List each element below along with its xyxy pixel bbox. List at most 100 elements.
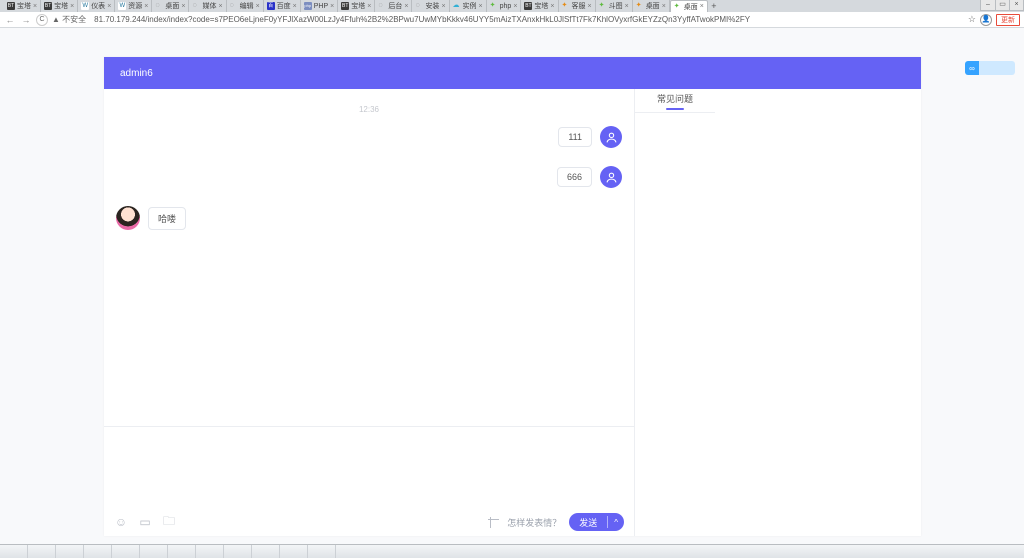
screenshot-icon[interactable] [488,517,499,528]
tab-close-icon[interactable]: × [218,3,222,10]
tab-favicon: BT [524,2,532,10]
input-toolbar: ☺ ▭ 🗀 怎样发表情？ 发送 ^ [104,508,634,536]
tab-label: 资源 [128,1,142,11]
message-row-incoming: 哈喽 [114,206,624,230]
browser-tab[interactable]: BT宝塔× [41,0,78,12]
browser-tab[interactable]: ✦桌面× [670,0,708,12]
tab-label: 仪表 [91,1,105,11]
tab-close-icon[interactable]: × [144,3,148,10]
tab-close-icon[interactable]: × [441,3,445,10]
browser-tab[interactable]: ☁实例× [450,0,487,12]
tab-favicon: ☁ [453,2,461,10]
window-min-button[interactable]: – [981,0,995,10]
browser-tab[interactable]: W资源× [115,0,152,12]
tab-close-icon[interactable]: × [330,3,334,10]
tab-close-icon[interactable]: × [33,3,37,10]
tab-label: 宝塔 [534,1,548,11]
browser-tab[interactable]: 百百度× [264,0,301,12]
tab-close-icon[interactable]: × [293,3,297,10]
tab-favicon: W [118,2,126,10]
nav-reload-button[interactable]: C [36,14,48,26]
tab-label: 实例 [463,1,477,11]
tab-close-icon[interactable]: × [625,3,629,10]
avatar-user-icon [600,166,622,188]
emoji-icon[interactable]: ☺ [114,515,128,529]
insecure-label: ▲ 不安全 [52,14,86,25]
tab-label: 桌面 [165,1,179,11]
tab-label: 百度 [277,1,291,11]
browser-tab[interactable]: ◌安装× [412,0,449,12]
tab-close-icon[interactable]: × [588,3,592,10]
message-input[interactable] [104,427,634,508]
browser-tab[interactable]: BT宝塔× [4,0,41,12]
browser-tab[interactable]: ✦php× [487,0,522,12]
url-input[interactable]: 81.70.179.244/index/index?code=s7PEO6eLj… [90,14,964,25]
tab-close-icon[interactable]: × [513,3,517,10]
new-tab-button[interactable]: + [708,0,720,12]
update-button[interactable]: 更新 [996,14,1020,26]
message-area[interactable]: 12:36 111666哈喽 [104,89,634,426]
chat-title: admin6 [120,68,153,79]
tab-close-icon[interactable]: × [550,3,554,10]
tab-favicon: ◌ [192,2,200,10]
browser-tab[interactable]: ✦斗图× [596,0,633,12]
tab-close-icon[interactable]: × [181,3,185,10]
tab-label: 宝塔 [17,1,31,11]
bookmark-star-icon[interactable]: ☆ [968,14,976,25]
window-max-button[interactable]: ▭ [995,0,1009,10]
page-viewport: ∞ admin6 12:36 111666哈喽 ☺ ▭ [0,28,1024,544]
tab-favicon: ◌ [230,2,238,10]
nav-back-button[interactable]: ← [4,14,16,26]
message-row-outgoing: 111 [114,126,624,148]
tab-favicon: 百 [267,2,275,10]
tab-label: PHP [314,3,328,10]
tab-favicon: ◌ [378,2,386,10]
tab-close-icon[interactable]: × [479,3,483,10]
tab-close-icon[interactable]: × [107,3,111,10]
profile-icon[interactable]: 👤 [980,14,992,26]
tab-favicon: ◌ [415,2,423,10]
tab-label: 桌面 [646,1,660,11]
tab-favicon: ✦ [599,2,607,10]
browser-tab[interactable]: W仪表× [78,0,115,12]
send-chevron-icon[interactable]: ^ [608,518,624,527]
tab-close-icon[interactable]: × [700,3,704,10]
browser-tab[interactable]: BT宝塔× [521,0,558,12]
browser-tab[interactable]: ✦桌面× [633,0,670,12]
browser-tab[interactable]: ◌媒体× [189,0,226,12]
hint-text[interactable]: 怎样发表情？ [507,516,561,529]
folder-icon[interactable]: 🗀 [162,515,176,529]
tab-close-icon[interactable]: × [662,3,666,10]
window-controls: – ▭ × [980,0,1024,11]
browser-tab[interactable]: ◌桌面× [152,0,189,12]
tab-underline [666,108,684,110]
tab-favicon: W [81,2,89,10]
window-close-button[interactable]: × [1009,0,1023,10]
browser-tab[interactable]: ◌后台× [375,0,412,12]
image-icon[interactable]: ▭ [138,515,152,529]
floating-badge[interactable]: ∞ [965,61,1015,75]
browser-tab[interactable]: BT宝塔× [338,0,375,12]
message-bubble: 111 [558,127,592,147]
tab-label: 桌面 [684,2,698,12]
browser-tab[interactable]: ✦客服× [559,0,596,12]
send-button[interactable]: 发送 ^ [569,513,624,531]
tab-close-icon[interactable]: × [367,3,371,10]
tab-faq[interactable]: 常见问题 [635,89,715,113]
timestamp: 12:36 [114,105,624,114]
tab-favicon: BT [44,2,52,10]
tab-label: php [500,3,512,10]
nav-forward-button[interactable]: → [20,14,32,26]
tab-label: 斗图 [609,1,623,11]
tab-favicon: ✦ [636,2,644,10]
faq-column: 常见问题 [635,89,921,536]
browser-tab[interactable]: ◌编辑× [227,0,264,12]
send-label: 发送 [569,516,607,529]
tab-close-icon[interactable]: × [404,3,408,10]
badge-tail [979,61,1015,75]
avatar [116,206,140,230]
browser-tab[interactable]: phpPHP× [301,0,339,12]
tab-close-icon[interactable]: × [256,3,260,10]
tab-close-icon[interactable]: × [70,3,74,10]
tab-favicon: ✦ [490,2,498,10]
